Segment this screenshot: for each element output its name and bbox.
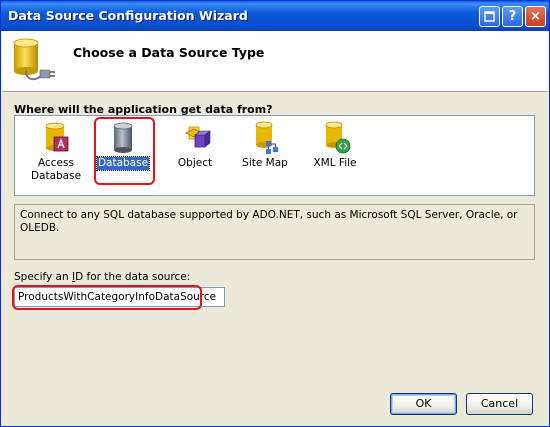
type-description: Connect to any SQL database supported by… — [14, 204, 535, 260]
site-map-icon — [255, 121, 278, 154]
type-label-access-line2: Database — [30, 170, 82, 182]
maximize-button[interactable] — [479, 6, 500, 27]
ok-button[interactable]: OK — [390, 393, 457, 415]
id-field-highlight-ring — [12, 285, 202, 310]
type-item-site-map[interactable]: Site Map — [233, 121, 297, 170]
wizard-header: Choose a Data Source Type — [2, 31, 548, 92]
help-icon: ? — [508, 9, 517, 24]
type-label-object: Object — [177, 157, 213, 169]
help-button[interactable]: ? — [502, 6, 523, 27]
object-icon — [185, 126, 211, 148]
window-title: Data Source Configuration Wizard — [8, 8, 248, 23]
type-item-object[interactable]: Object — [163, 121, 227, 170]
page-title: Choose a Data Source Type — [73, 45, 265, 60]
type-label-site-map: Site Map — [242, 157, 288, 169]
close-icon: × — [530, 9, 541, 24]
type-label-xml-file: XML File — [313, 157, 357, 169]
cancel-button[interactable]: Cancel — [466, 393, 533, 415]
access-database-icon — [45, 122, 69, 152]
database-highlight-ring — [94, 117, 155, 185]
type-label-access-line1: Access — [38, 157, 74, 169]
type-item-access-database[interactable]: Access Database — [24, 121, 88, 183]
title-bar[interactable]: Data Source Configuration Wizard ? × — [1, 1, 549, 31]
close-button[interactable]: × — [525, 6, 546, 27]
type-item-xml-file[interactable]: XML File — [303, 121, 367, 170]
xml-file-icon — [325, 121, 351, 154]
id-field-label: Specify an ID for the data source: — [14, 271, 191, 283]
data-source-type-list[interactable]: Access Database Database Object Site Map… — [14, 115, 535, 196]
maximize-icon — [484, 11, 495, 22]
wizard-window: Data Source Configuration Wizard ? × Cho… — [0, 0, 550, 427]
database-plug-icon — [13, 38, 55, 81]
